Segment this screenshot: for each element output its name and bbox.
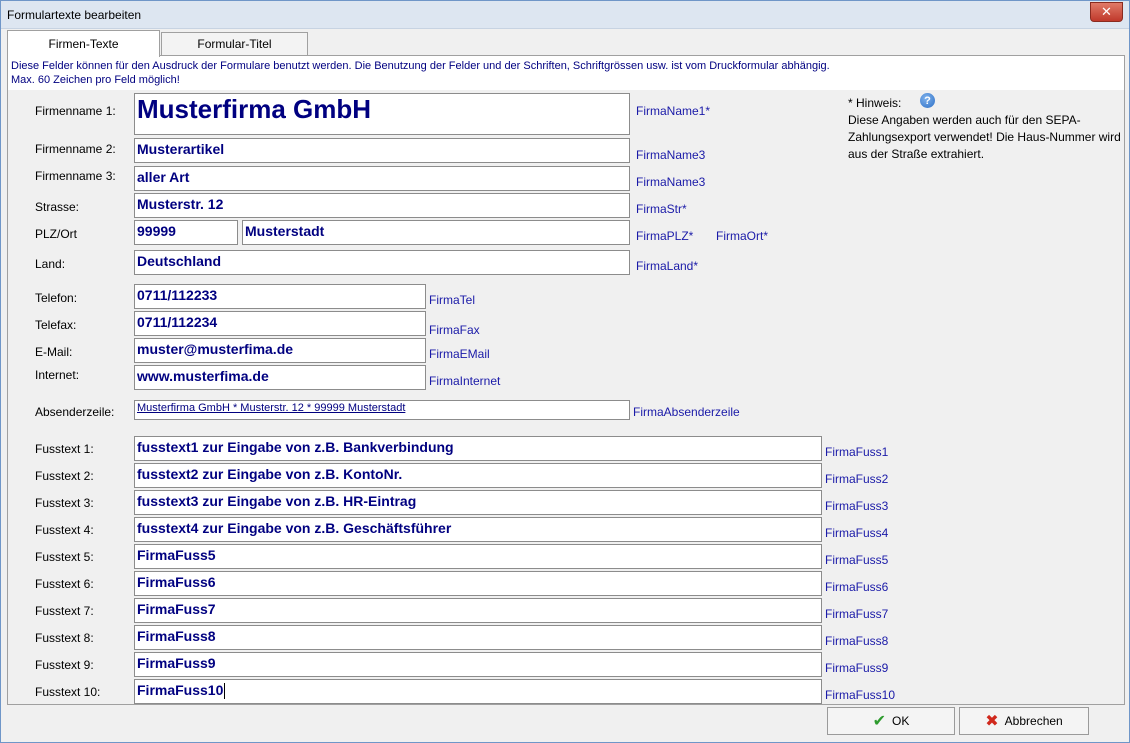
help-icon[interactable]: ? — [920, 93, 935, 108]
tag-ort: FirmaOrt* — [716, 229, 768, 243]
label-fuss6: Fusstext 6: — [35, 577, 94, 591]
label-firmenname2: Firmenname 2: — [35, 142, 116, 156]
cross-icon: ✖ — [985, 713, 999, 730]
label-fuss7: Fusstext 7: — [35, 604, 94, 618]
tag-telefon: FirmaTel — [429, 293, 476, 307]
label-fuss8: Fusstext 8: — [35, 631, 94, 645]
fuss9-input[interactable]: FirmaFuss9 — [134, 652, 822, 677]
tag-strasse: FirmaStr* — [636, 202, 687, 216]
tag-fuss5: FirmaFuss5 — [825, 553, 889, 567]
ok-label: OK — [892, 714, 910, 728]
tag-firmenname3: FirmaName3 — [636, 175, 706, 189]
label-fuss9: Fusstext 9: — [35, 658, 94, 672]
absender-input[interactable]: Musterfirma GmbH * Musterstr. 12 * 99999… — [134, 400, 630, 420]
info-text: Diese Felder können für den Ausdruck der… — [8, 56, 1124, 90]
info-line-2: Max. 60 Zeichen pro Feld möglich! — [11, 74, 180, 86]
tag-telefax: FirmaFax — [429, 323, 480, 337]
tag-fuss9: FirmaFuss9 — [825, 661, 889, 675]
fuss2-input[interactable]: fusstext2 zur Eingabe von z.B. KontoNr. — [134, 463, 822, 488]
tag-absender: FirmaAbsenderzeile — [633, 405, 740, 419]
tag-email: FirmaEMail — [429, 347, 490, 361]
plz-input[interactable]: 99999 — [134, 220, 238, 245]
firmenname1-input[interactable]: Musterfirma GmbH — [134, 93, 630, 135]
fuss10-value: FirmaFuss10 — [137, 682, 224, 698]
label-strasse: Strasse: — [35, 200, 80, 214]
internet-input[interactable]: www.musterfima.de — [134, 365, 426, 390]
fuss5-input[interactable]: FirmaFuss5 — [134, 544, 822, 569]
fuss10-input[interactable]: FirmaFuss10 — [134, 679, 822, 704]
tag-land: FirmaLand* — [636, 259, 699, 273]
ok-button[interactable]: ✔ OK — [827, 707, 955, 735]
label-telefon: Telefon: — [35, 291, 78, 305]
text-cursor — [224, 683, 226, 700]
tag-internet: FirmaInternet — [429, 374, 501, 388]
tab-firmen-texte[interactable]: Firmen-Texte — [7, 30, 160, 57]
fuss6-input[interactable]: FirmaFuss6 — [134, 571, 822, 596]
strasse-input[interactable]: Musterstr. 12 — [134, 193, 630, 218]
check-icon: ✔ — [872, 713, 887, 730]
label-plzort: PLZ/Ort — [35, 227, 78, 241]
cancel-label: Abbrechen — [1004, 714, 1063, 728]
ort-input[interactable]: Musterstadt — [242, 220, 630, 245]
label-fuss4: Fusstext 4: — [35, 523, 94, 537]
tag-fuss2: FirmaFuss2 — [825, 472, 889, 486]
title-bar[interactable]: Formulartexte bearbeiten ✕ — [1, 1, 1129, 29]
label-telefax: Telefax: — [35, 318, 77, 332]
dialog-window: Formulartexte bearbeiten ✕ Firmen-Texte … — [0, 0, 1130, 743]
email-input[interactable]: muster@musterfima.de — [134, 338, 426, 363]
land-input[interactable]: Deutschland — [134, 250, 630, 275]
tag-fuss1: FirmaFuss1 — [825, 445, 889, 459]
label-firmenname3: Firmenname 3: — [35, 169, 116, 183]
label-firmenname1: Firmenname 1: — [35, 104, 116, 118]
label-fuss10: Fusstext 10: — [35, 685, 101, 699]
label-land: Land: — [35, 257, 66, 271]
tab-panel: Diese Felder können für den Ausdruck der… — [7, 55, 1125, 705]
close-button[interactable]: ✕ — [1090, 2, 1123, 22]
tag-firmenname1: FirmaName1* — [636, 104, 711, 118]
fuss3-input[interactable]: fusstext3 zur Eingabe von z.B. HR-Eintra… — [134, 490, 822, 515]
info-line-1: Diese Felder können für den Ausdruck der… — [11, 60, 830, 72]
firmenname2-input[interactable]: Musterartikel — [134, 138, 630, 163]
label-fuss1: Fusstext 1: — [35, 442, 94, 456]
tag-fuss7: FirmaFuss7 — [825, 607, 889, 621]
tag-plz: FirmaPLZ* — [636, 229, 694, 243]
fuss4-input[interactable]: fusstext4 zur Eingabe von z.B. Geschäfts… — [134, 517, 822, 542]
tag-fuss3: FirmaFuss3 — [825, 499, 889, 513]
cancel-button[interactable]: ✖ Abbrechen — [959, 707, 1089, 735]
firmenname3-input[interactable]: aller Art — [134, 166, 630, 191]
label-email: E-Mail: — [35, 345, 73, 359]
label-internet: Internet: — [35, 368, 80, 382]
fuss1-input[interactable]: fusstext1 zur Eingabe von z.B. Bankverbi… — [134, 436, 822, 461]
label-fuss2: Fusstext 2: — [35, 469, 94, 483]
tag-fuss6: FirmaFuss6 — [825, 580, 889, 594]
window-title: Formulartexte bearbeiten — [7, 8, 142, 22]
tag-fuss4: FirmaFuss4 — [825, 526, 889, 540]
fuss8-input[interactable]: FirmaFuss8 — [134, 625, 822, 650]
telefax-input[interactable]: 0711/112234 — [134, 311, 426, 336]
telefon-input[interactable]: 0711/112233 — [134, 284, 426, 309]
hint-title: * Hinweis: — [848, 96, 902, 110]
label-fuss5: Fusstext 5: — [35, 550, 94, 564]
label-fuss3: Fusstext 3: — [35, 496, 94, 510]
hint-text: Diese Angaben werden auch für den SEPA-Z… — [848, 113, 1121, 161]
hint-box: * Hinweis: Diese Angaben werden auch für… — [848, 95, 1128, 163]
close-icon: ✕ — [1101, 4, 1112, 19]
tag-fuss10: FirmaFuss10 — [825, 688, 896, 702]
tag-fuss8: FirmaFuss8 — [825, 634, 889, 648]
label-absender: Absenderzeile: — [35, 405, 115, 419]
tag-firmenname2: FirmaName3 — [636, 148, 706, 162]
tab-formular-titel[interactable]: Formular-Titel — [161, 32, 308, 55]
panel-body: Diese Felder können für den Ausdruck der… — [8, 56, 1124, 704]
fuss7-input[interactable]: FirmaFuss7 — [134, 598, 822, 623]
